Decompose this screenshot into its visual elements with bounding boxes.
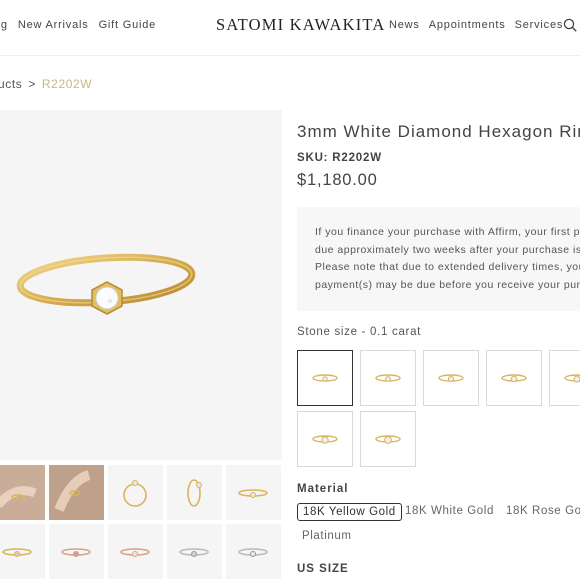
nav-item-services[interactable]: Services (515, 19, 564, 31)
thumbnail[interactable] (108, 524, 163, 579)
nav-item-shop[interactable]: ng (0, 19, 8, 31)
affirm-notice: If you finance your purchase with Affirm… (297, 207, 580, 311)
nav-right: News Appointments Services (389, 19, 563, 31)
material-label: Material (297, 483, 349, 495)
stone-option[interactable] (360, 411, 416, 467)
breadcrumb-parent[interactable]: ucts (0, 77, 22, 91)
product-sku: SKU: R2202W (297, 152, 382, 164)
thumbnail[interactable] (0, 465, 45, 520)
material-option-platinum[interactable]: Platinum (297, 528, 357, 544)
affirm-line: If you finance your purchase with Affirm… (315, 226, 580, 238)
thumbnail[interactable] (167, 524, 222, 579)
breadcrumb: ucts > R2202W (0, 77, 92, 91)
stone-option[interactable] (297, 350, 353, 406)
affirm-line: Please note that due to extended deliver… (315, 261, 580, 273)
thumbnail[interactable] (108, 465, 163, 520)
nav-left: ng New Arrivals Gift Guide (0, 19, 156, 31)
material-option-yellow-gold[interactable]: 18K Yellow Gold (297, 503, 402, 521)
ring-image (16, 253, 196, 315)
site-header: ng New Arrivals Gift Guide SATOMI KAWAKI… (0, 0, 580, 56)
nav-item-news[interactable]: News (389, 19, 420, 31)
thumbnail[interactable] (0, 524, 45, 579)
search-icon[interactable] (563, 18, 577, 32)
nav-item-appointments[interactable]: Appointments (429, 19, 506, 31)
thumbnail[interactable] (49, 465, 104, 520)
stone-option[interactable] (423, 350, 479, 406)
affirm-line: payment(s) may be due before you receive… (315, 278, 580, 291)
nav-item-gift-guide[interactable]: Gift Guide (99, 19, 157, 31)
material-option-white-gold[interactable]: 18K White Gold (400, 503, 499, 519)
thumbnail[interactable] (49, 524, 104, 579)
affirm-line: due approximately two weeks after your p… (315, 243, 580, 256)
thumbnail[interactable] (226, 524, 281, 579)
stone-option[interactable] (297, 411, 353, 467)
stone-option[interactable] (549, 350, 580, 406)
stone-size-label: Stone size - 0.1 carat (297, 326, 422, 338)
breadcrumb-current: R2202W (41, 77, 93, 91)
us-size-label: US SIZE (297, 563, 349, 575)
site-logo[interactable]: SATOMI KAWAKITA (216, 15, 386, 35)
product-price: $1,180.00 (297, 171, 378, 189)
product-title: 3mm White Diamond Hexagon Ring (297, 122, 580, 141)
thumbnail[interactable] (226, 465, 281, 520)
stone-option[interactable] (486, 350, 542, 406)
stone-option[interactable] (360, 350, 416, 406)
main-product-image[interactable] (0, 110, 282, 460)
breadcrumb-separator: > (28, 77, 36, 91)
thumbnail[interactable] (167, 465, 222, 520)
material-option-rose-gold[interactable]: 18K Rose Gold (501, 503, 580, 519)
nav-item-new-arrivals[interactable]: New Arrivals (18, 19, 89, 31)
